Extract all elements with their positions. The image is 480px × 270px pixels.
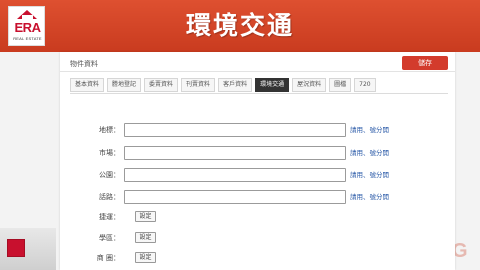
business-label: 商 圈： bbox=[96, 254, 120, 262]
tab-0[interactable]: 基本資料 bbox=[70, 78, 105, 92]
market-hint: 請用、號分開 bbox=[350, 149, 389, 157]
road-input[interactable] bbox=[124, 190, 346, 204]
park-hint: 請用、號分開 bbox=[350, 171, 389, 179]
market-label: 市場： bbox=[99, 149, 120, 157]
save-button[interactable]: 儲存 bbox=[402, 56, 448, 70]
tab-divider bbox=[70, 93, 448, 94]
property-form-panel: 物件資料 儲存 基本資料 謄地登記 委賣資料 刊賣資料 客戶資料 環境交通 屋況資料 圖檔 72… bbox=[60, 52, 455, 270]
tab-bar: 基本資料 謄地登記 委賣資料 刊賣資料 客戶資料 環境交通 屋況資料 圖檔 720 bbox=[70, 78, 376, 93]
mrt-set-button[interactable]: 設定 bbox=[135, 211, 156, 222]
market-input[interactable] bbox=[124, 146, 346, 160]
tab-8[interactable]: 720 bbox=[354, 78, 376, 92]
tab-2[interactable]: 委賣資料 bbox=[144, 78, 179, 92]
road-label: 話路： bbox=[99, 193, 120, 201]
tab-4[interactable]: 客戶資料 bbox=[218, 78, 253, 92]
park-input[interactable] bbox=[124, 168, 346, 182]
tab-7[interactable]: 圖檔 bbox=[329, 78, 352, 92]
school-set-button[interactable]: 設定 bbox=[135, 232, 156, 243]
road-hint: 請用、號分開 bbox=[350, 193, 389, 201]
red-square-decoration bbox=[8, 240, 24, 256]
park-label: 公園： bbox=[99, 171, 120, 179]
mrt-label: 捷運： bbox=[99, 213, 120, 221]
panel-topbar: 物件資料 儲存 bbox=[60, 52, 455, 72]
tab-5[interactable]: 環境交通 bbox=[255, 78, 290, 92]
slide-title: 環境交通 bbox=[185, 11, 294, 40]
landmark-input[interactable] bbox=[124, 123, 346, 137]
tab-1[interactable]: 謄地登記 bbox=[107, 78, 142, 92]
business-set-button[interactable]: 設定 bbox=[135, 252, 156, 263]
landmark-hint: 請用、號分開 bbox=[350, 126, 389, 134]
landmark-label: 地標： bbox=[99, 126, 120, 134]
section-title: 物件資料 bbox=[70, 60, 98, 68]
slide-header: ERA REAL ESTATE 環境交通 bbox=[0, 0, 480, 52]
school-label: 學區： bbox=[99, 234, 120, 242]
tab-3[interactable]: 刊賣資料 bbox=[181, 78, 216, 92]
tab-6[interactable]: 屋況資料 bbox=[292, 78, 327, 92]
